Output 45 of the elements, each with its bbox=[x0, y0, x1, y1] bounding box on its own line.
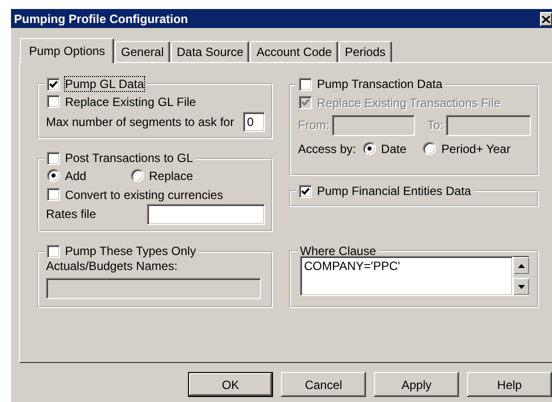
check-icon bbox=[49, 80, 58, 88]
text-field[interactable] bbox=[446, 114, 532, 136]
checkbox[interactable]: Pump Financial Entities Data bbox=[298, 184, 472, 198]
tab[interactable]: Data Source bbox=[170, 41, 250, 62]
tab[interactable]: Account Code bbox=[250, 41, 338, 62]
radio-button[interactable]: Period+ Year bbox=[422, 142, 512, 156]
check-icon bbox=[301, 186, 310, 196]
number-field[interactable]: 0 bbox=[243, 112, 265, 132]
checkbox[interactable]: Convert to existing currencies bbox=[46, 188, 224, 202]
field-label: From: bbox=[298, 118, 330, 132]
field-label: Max number of segments to ask for bbox=[46, 114, 234, 128]
checkbox[interactable]: Pump Transaction Data bbox=[298, 77, 444, 91]
radio-dot-icon bbox=[51, 173, 56, 178]
radio-button[interactable]: Add bbox=[46, 168, 88, 182]
up-arrow-icon bbox=[518, 264, 524, 268]
tab[interactable]: Pump Options bbox=[20, 38, 114, 63]
field-label: Actuals/Budgets Names: bbox=[46, 258, 178, 272]
push-button[interactable]: Help bbox=[467, 372, 552, 397]
check-icon bbox=[301, 98, 310, 107]
radio-button[interactable]: Date bbox=[362, 142, 408, 156]
scroll-down-button[interactable] bbox=[513, 278, 529, 295]
push-button[interactable]: OK bbox=[188, 372, 273, 397]
checkbox[interactable]: Post Transactions to GL bbox=[46, 151, 194, 165]
tab[interactable]: General bbox=[115, 41, 170, 62]
down-arrow-icon bbox=[518, 284, 524, 288]
checkbox[interactable]: Pump GL Data bbox=[46, 77, 145, 91]
text-field[interactable] bbox=[332, 114, 416, 136]
text-area[interactable]: COMPANY='PPC' bbox=[300, 256, 513, 296]
push-button[interactable]: Cancel bbox=[281, 372, 366, 397]
tab[interactable]: Periods bbox=[338, 41, 392, 62]
field-label: Rates file bbox=[46, 207, 96, 221]
field-label: Access by: bbox=[298, 142, 356, 156]
checkbox[interactable]: Replace Existing GL File bbox=[46, 94, 197, 108]
push-button[interactable]: Apply bbox=[374, 372, 459, 397]
scrollbar[interactable] bbox=[513, 256, 529, 296]
group-label: Where Clause bbox=[300, 244, 376, 258]
window-title: Pumping Profile Configuration bbox=[14, 12, 188, 26]
close-icon bbox=[542, 16, 550, 22]
text-field[interactable] bbox=[147, 204, 265, 224]
radio-button[interactable]: Replace bbox=[130, 168, 194, 182]
checkbox[interactable]: Pump These Types Only bbox=[46, 244, 197, 258]
field-label: To: bbox=[427, 118, 444, 132]
radio-dot-icon bbox=[367, 146, 372, 151]
scroll-up-button[interactable] bbox=[513, 257, 529, 274]
close-button[interactable] bbox=[540, 12, 552, 26]
